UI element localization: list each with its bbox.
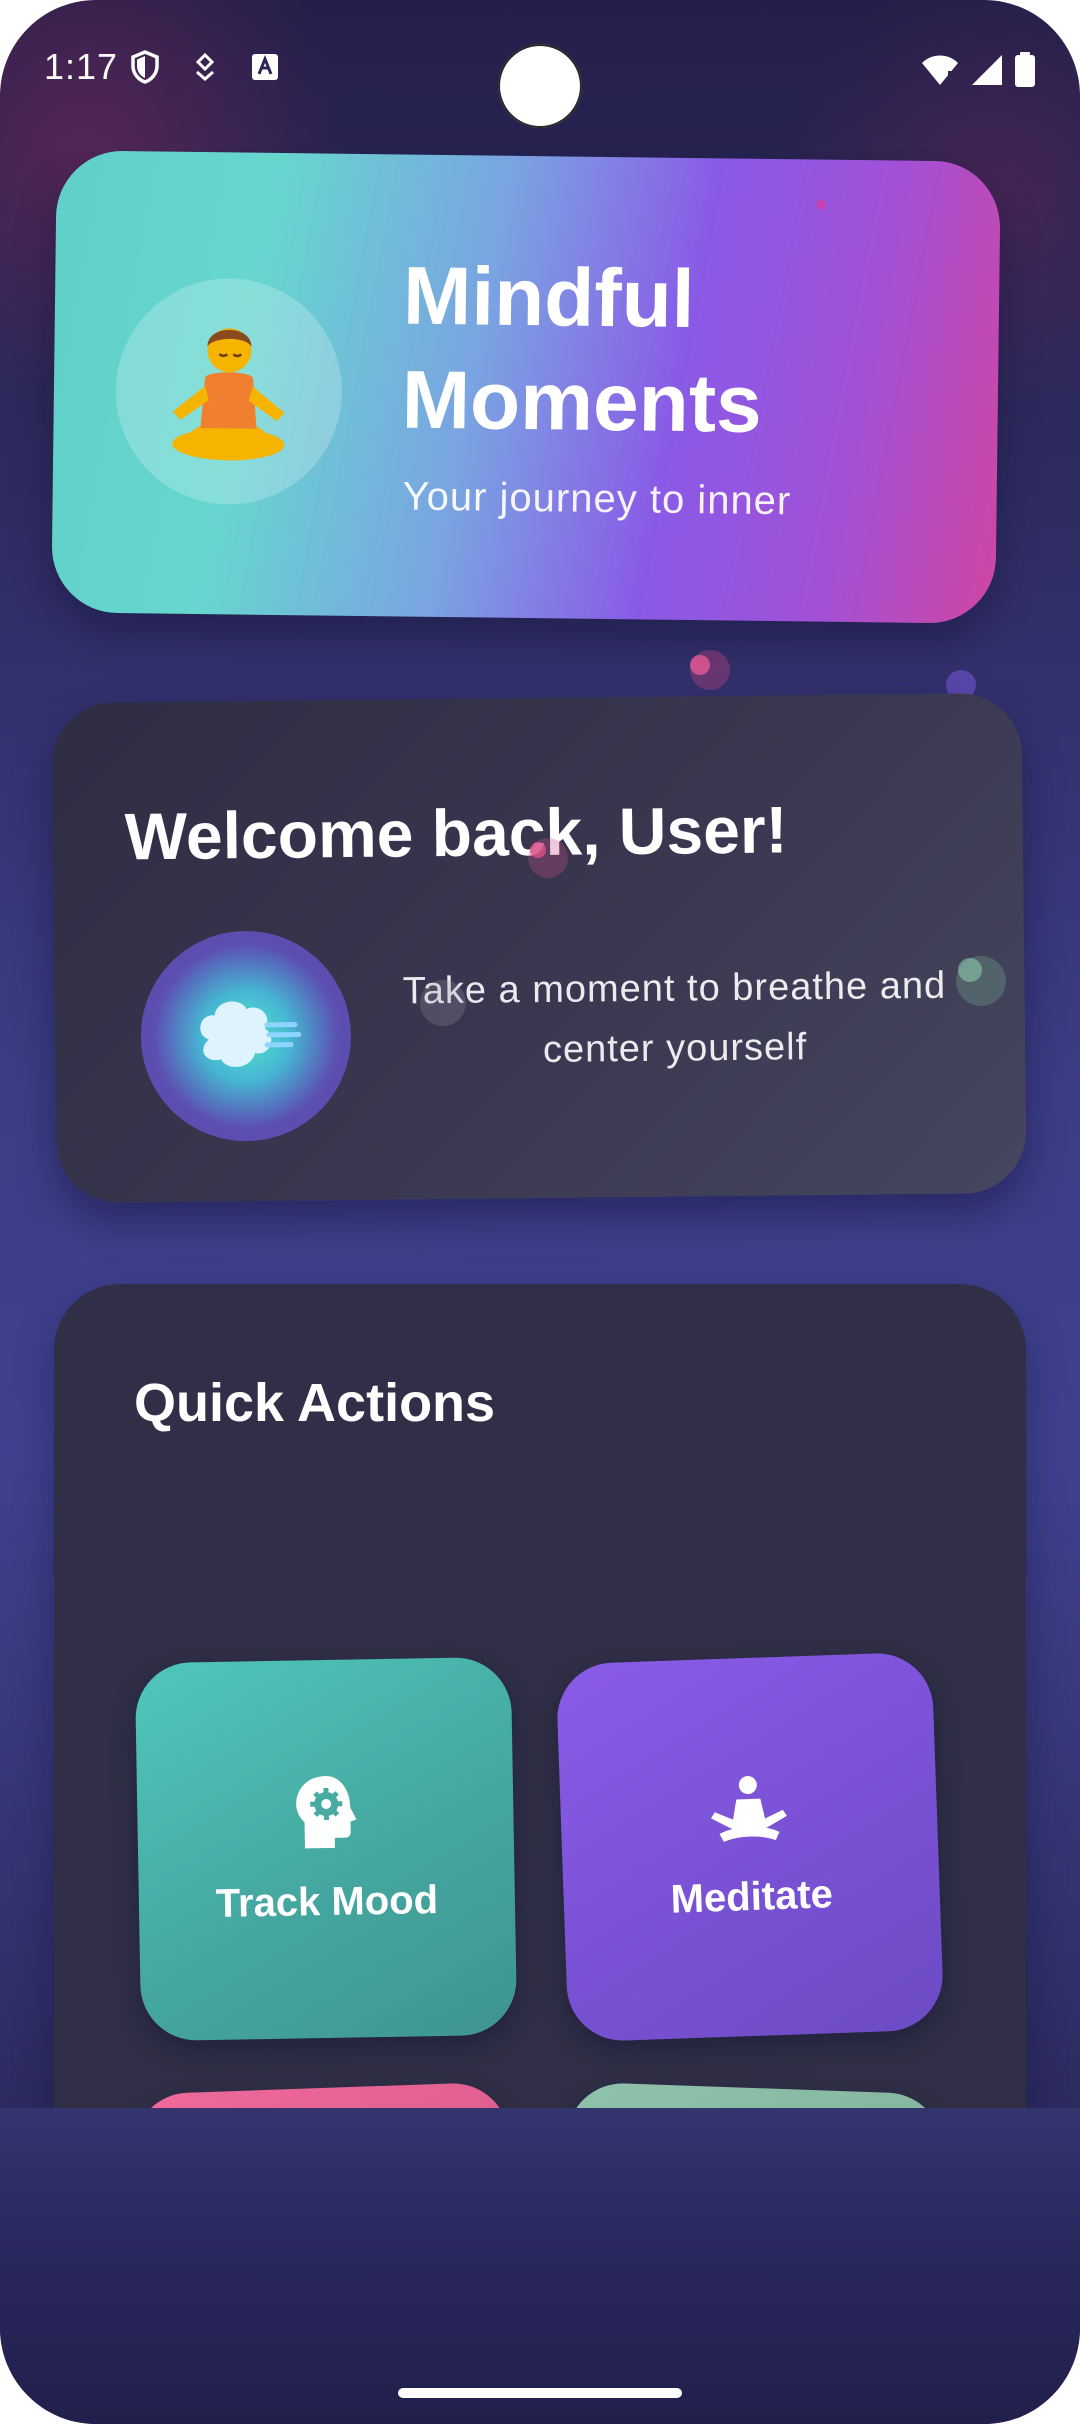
app-subtitle: Your journey to inner bbox=[402, 474, 792, 524]
sparkle-dot bbox=[816, 199, 827, 210]
welcome-title: Welcome back, User! bbox=[124, 792, 788, 874]
wifi-icon bbox=[920, 53, 960, 92]
sparkle-dot bbox=[530, 842, 546, 858]
meditate-button[interactable]: Meditate bbox=[555, 1651, 945, 2043]
meditation-avatar bbox=[114, 276, 344, 506]
status-time: 1:17 bbox=[44, 46, 119, 87]
camera-cutout bbox=[498, 44, 582, 128]
text-a-icon bbox=[248, 50, 282, 84]
quick-actions-title: Quick Actions bbox=[134, 1373, 496, 1433]
home-content[interactable]: Mindful Moments Your journey to inner We… bbox=[0, 150, 1080, 2108]
quick-actions-card: Quick Actions Track Mood Meditate bbox=[54, 1284, 1026, 2108]
hero-banner: Mindful Moments Your journey to inner bbox=[51, 150, 1001, 624]
breathe-orb[interactable] bbox=[139, 929, 352, 1143]
breathe-message: Take a moment to breathe and center your… bbox=[402, 964, 947, 1071]
sparkle-dot bbox=[690, 655, 710, 675]
welcome-card: Welcome back, User! Take a moment to bre… bbox=[51, 692, 1027, 1204]
psychology-head-icon bbox=[296, 1775, 357, 1848]
app-title: Mindful Moments bbox=[401, 250, 763, 450]
track-mood-label: Track Mood bbox=[215, 1877, 439, 1926]
status-icons-left bbox=[128, 50, 282, 84]
meditate-label: Meditate bbox=[669, 1871, 834, 1922]
breathe-button[interactable] bbox=[131, 2081, 521, 2108]
status-icons-right bbox=[920, 52, 1036, 93]
phone-screen: 1:17 Mindful Moments Your journey to inn… bbox=[0, 0, 1080, 2424]
sparkle-dot bbox=[958, 958, 982, 982]
bottom-area bbox=[0, 2108, 1080, 2424]
shield-icon bbox=[128, 50, 162, 84]
status-bar: 1:17 bbox=[0, 0, 1080, 150]
track-mood-button[interactable]: Track Mood bbox=[134, 1656, 518, 2042]
location-pin-icon bbox=[188, 50, 222, 84]
signal-icon bbox=[970, 53, 1004, 92]
insights-button[interactable] bbox=[555, 2081, 945, 2108]
wind-face-icon bbox=[200, 1001, 302, 1067]
home-indicator[interactable] bbox=[398, 2388, 682, 2398]
sparkle-dot bbox=[420, 980, 466, 1026]
battery-icon bbox=[1014, 52, 1036, 93]
person-meditating-icon bbox=[172, 328, 285, 461]
meditation-icon bbox=[710, 1775, 787, 1842]
